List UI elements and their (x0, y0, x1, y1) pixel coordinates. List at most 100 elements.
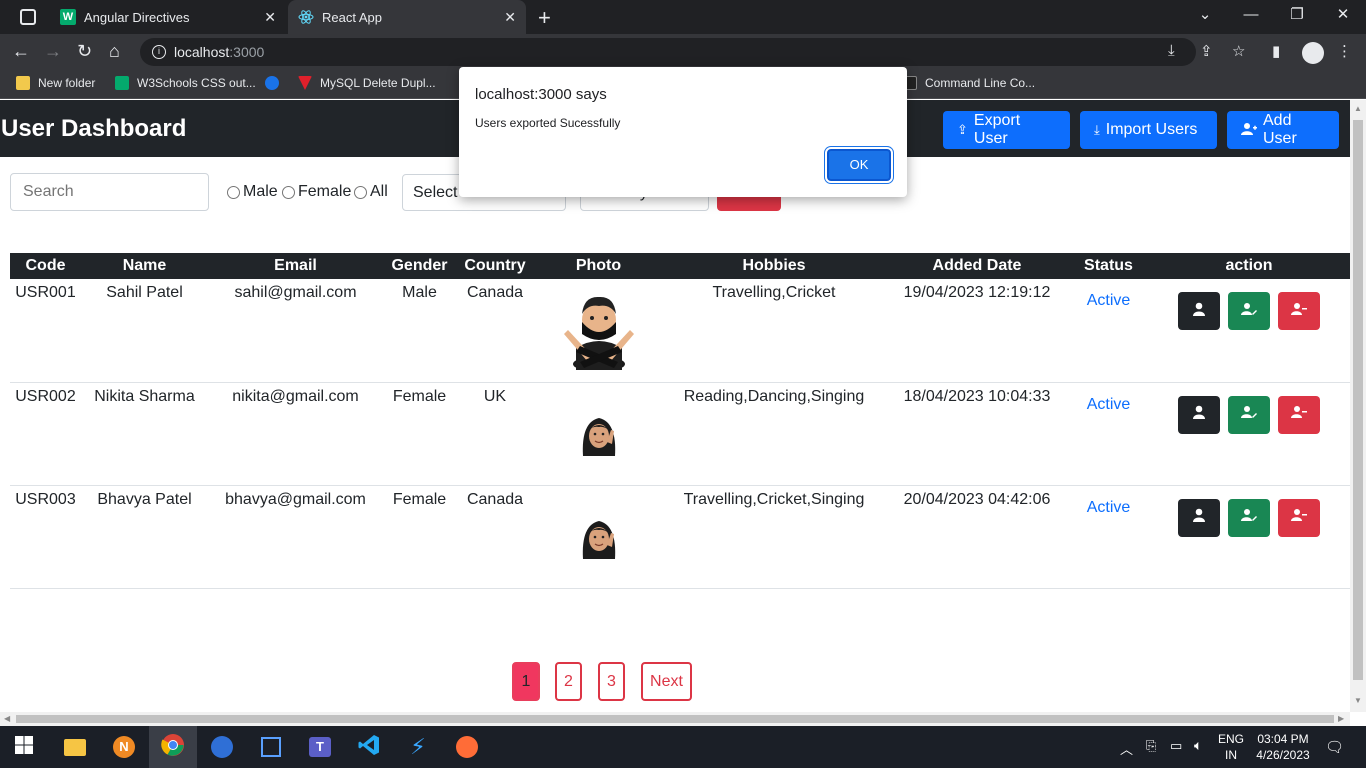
header-photo: Photo (534, 253, 663, 279)
radio-icon (227, 185, 240, 199)
tab-title: Angular Directives (84, 9, 190, 25)
tab-pinned[interactable] (0, 0, 50, 34)
gender-radio-female[interactable]: Female (282, 183, 351, 201)
taskbar-chrome[interactable] (149, 726, 197, 768)
search-input[interactable] (10, 173, 209, 211)
header-status[interactable]: Status (1069, 253, 1148, 279)
url-field[interactable]: i localhost:3000 (140, 38, 1196, 66)
side-panel-icon[interactable]: ▮ (1272, 42, 1280, 60)
tab-title: React App (322, 9, 382, 25)
view-user-button[interactable] (1178, 292, 1220, 330)
taskbar-app-blue[interactable] (198, 726, 246, 768)
scroll-thumb[interactable] (16, 715, 1334, 723)
page-1-button[interactable]: 1 (512, 662, 540, 701)
site-info-icon[interactable]: i (152, 45, 166, 59)
share-icon[interactable]: ⇪ (1200, 42, 1213, 60)
tab-react-app[interactable]: React App ✕ (288, 0, 526, 34)
page-title: User Dashboard (1, 115, 187, 142)
site-icon (20, 9, 36, 25)
bookmark-command-line[interactable]: Command Line Co... (903, 76, 1035, 90)
export-user-button[interactable]: ⇪ Export User (943, 111, 1070, 149)
header-code[interactable]: Code (10, 253, 81, 279)
header-added-date[interactable]: Added Date (885, 253, 1069, 279)
tab-angular-directives[interactable]: W Angular Directives ✕ (50, 0, 286, 34)
tab-search-icon[interactable]: ⌄ (1182, 0, 1228, 34)
view-user-button[interactable] (1178, 395, 1220, 434)
tray-volume-icon[interactable]: 🔈︎ (1194, 737, 1202, 768)
bookmark-new-folder[interactable]: New folder (16, 76, 95, 90)
cell-added-date: 20/04/2023 04:42:06 (885, 485, 1069, 589)
edit-user-button[interactable] (1228, 395, 1270, 434)
horizontal-scrollbar[interactable]: ◀ ▶ (0, 712, 1350, 726)
ok-button[interactable]: OK (827, 149, 891, 181)
cell-code: USR003 (10, 485, 81, 589)
radio-icon (282, 185, 295, 199)
gender-radio-male[interactable]: Male (227, 183, 278, 201)
tray-meet-icon[interactable]: ⎘ (1146, 738, 1156, 768)
page-3-button[interactable]: 3 (598, 662, 625, 701)
cell-added-date: 18/04/2023 10:04:33 (885, 382, 1069, 486)
add-user-button[interactable]: Add User (1227, 111, 1339, 149)
delete-user-button[interactable] (1278, 498, 1320, 537)
edit-user-button[interactable] (1228, 498, 1270, 537)
profile-avatar-icon[interactable] (1302, 42, 1324, 64)
delete-user-button[interactable] (1278, 292, 1320, 330)
bookmark-extension[interactable] (265, 76, 287, 90)
close-tab-icon[interactable]: ✕ (504, 9, 516, 26)
notifications-icon[interactable]: 🗨︎ (1325, 738, 1344, 768)
scroll-up-icon[interactable]: ▲ (1354, 104, 1362, 113)
menu-kebab-icon[interactable]: ⋮ (1337, 42, 1352, 60)
header-name[interactable]: Name (81, 253, 208, 279)
bookmark-star-icon[interactable]: ☆ (1232, 42, 1245, 60)
reload-icon[interactable]: ↻ (77, 41, 92, 62)
status-link[interactable]: Active (1087, 292, 1131, 310)
tray-language[interactable]: ENG IN (1218, 732, 1244, 768)
scroll-right-icon[interactable]: ▶ (1338, 714, 1344, 723)
taskbar-vscode[interactable] (345, 726, 393, 768)
page-2-button[interactable]: 2 (555, 662, 582, 701)
tray-chevron-icon[interactable]: ︿ (1120, 739, 1133, 768)
taskbar-app-bolt[interactable]: ⚡ (394, 726, 442, 768)
taskbar-network-app[interactable] (247, 726, 295, 768)
taskbar-file-explorer[interactable] (51, 726, 99, 768)
scroll-left-icon[interactable]: ◀ (4, 714, 10, 723)
new-tab-icon[interactable]: + (538, 5, 551, 31)
header-hobbies[interactable]: Hobbies (663, 253, 885, 279)
status-link[interactable]: Active (1087, 396, 1131, 414)
app-icon (211, 736, 233, 758)
header-gender[interactable]: Gender (383, 253, 456, 279)
gender-radio-all[interactable]: All (354, 183, 388, 201)
scroll-thumb[interactable] (1353, 120, 1363, 680)
header-email[interactable]: Email (208, 253, 383, 279)
tray-clock[interactable]: 03:04 PM 4/26/2023 (1254, 732, 1312, 768)
delete-user-button[interactable] (1278, 395, 1320, 434)
back-icon[interactable]: ← (12, 41, 30, 62)
scroll-down-icon[interactable]: ▼ (1354, 696, 1362, 705)
bookmark-w3schools[interactable]: W3Schools CSS out... (115, 76, 256, 90)
bookmark-mysql[interactable]: MySQL Delete Dupl... (298, 76, 436, 90)
edit-user-button[interactable] (1228, 292, 1270, 330)
forward-icon[interactable]: → (44, 41, 62, 62)
home-icon[interactable]: ⌂ (109, 41, 120, 62)
vertical-scrollbar[interactable]: ▲ ▼ (1350, 100, 1366, 712)
status-link[interactable]: Active (1087, 499, 1131, 517)
view-user-button[interactable] (1178, 498, 1220, 537)
memoji-male-avatar (562, 290, 636, 372)
chrome-icon (161, 733, 185, 762)
minimize-icon[interactable]: — (1228, 0, 1274, 34)
start-button[interactable] (0, 726, 48, 768)
header-country[interactable]: Country (456, 253, 534, 279)
restore-icon[interactable]: ❐ (1274, 0, 1320, 34)
taskbar-app-n[interactable]: N (100, 726, 148, 768)
import-users-button[interactable]: ⤓ Import Users (1080, 111, 1217, 149)
taskbar-teams[interactable]: T (296, 726, 344, 768)
next-page-button[interactable]: Next (641, 662, 692, 701)
cell-code: USR002 (10, 382, 81, 486)
install-icon[interactable]: ⤓ (1168, 42, 1175, 59)
download-icon: ⤓ (1094, 122, 1100, 137)
tray-network-icon[interactable]: ▭ (1170, 738, 1182, 768)
taskbar-postman[interactable] (443, 726, 491, 768)
bolt-icon: ⚡ (410, 734, 426, 759)
close-window-icon[interactable]: ✕ (1320, 0, 1366, 34)
close-tab-icon[interactable]: ✕ (264, 9, 276, 26)
